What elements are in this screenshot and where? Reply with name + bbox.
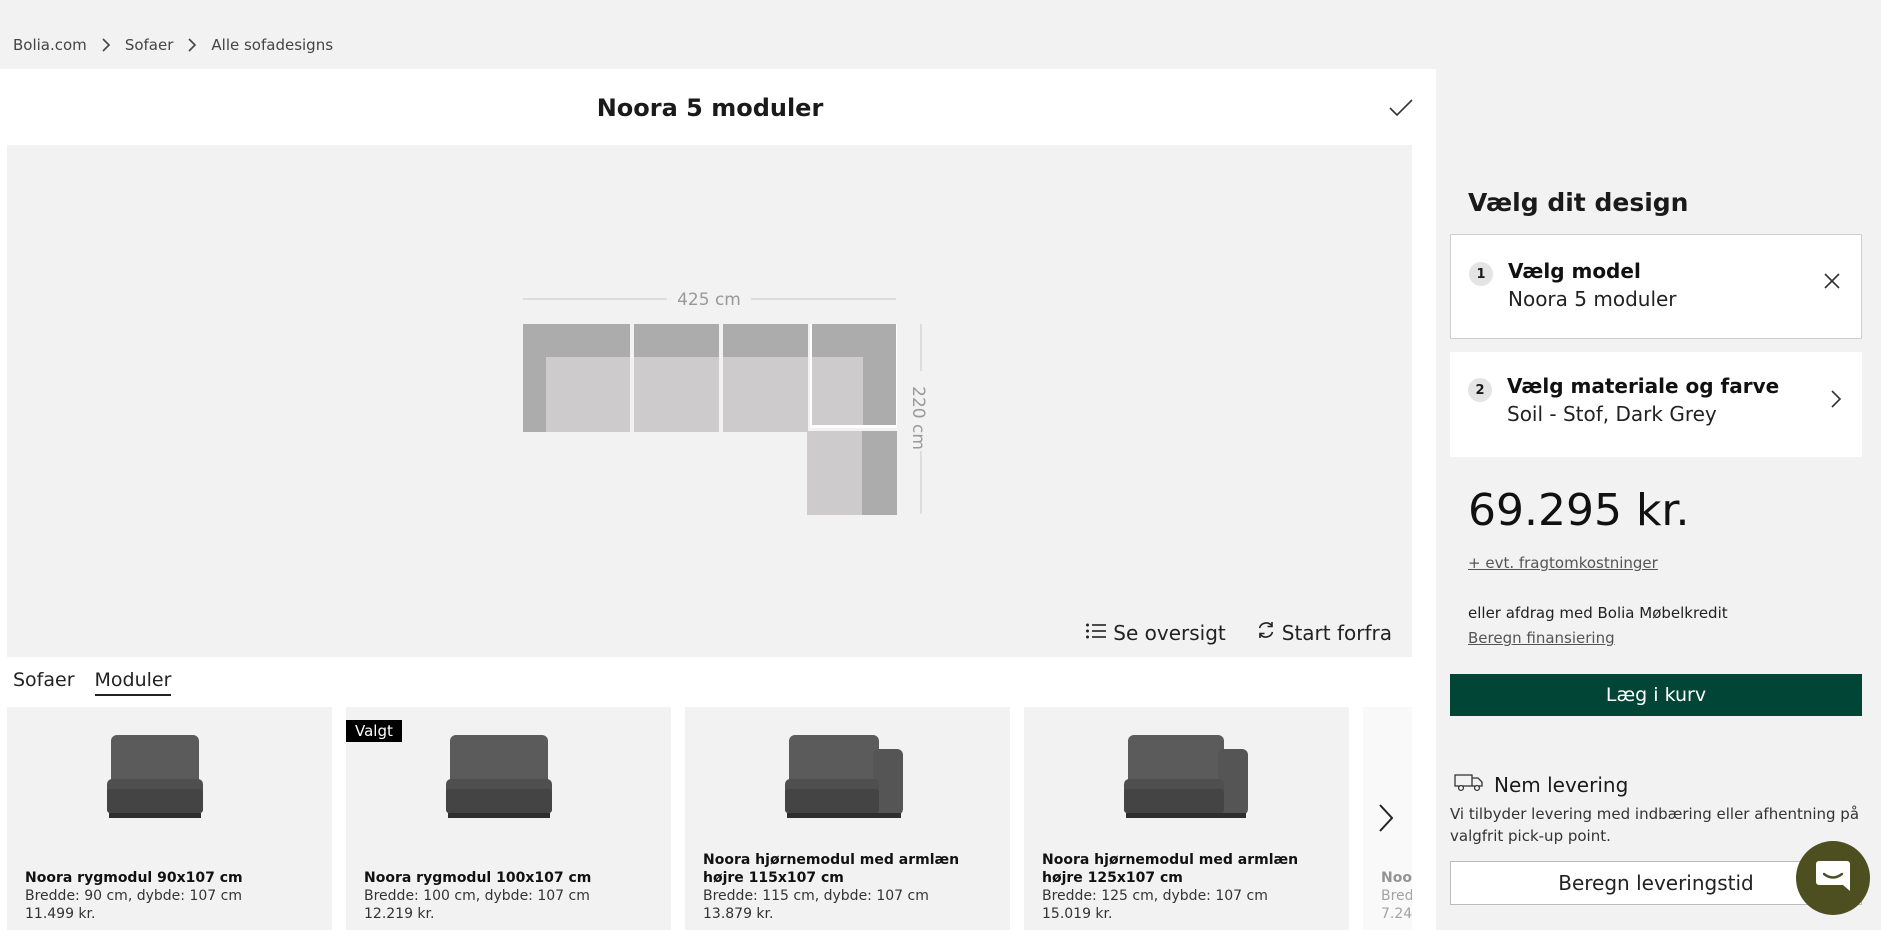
overview-label: Se oversigt	[1113, 620, 1226, 645]
carousel-next-button[interactable]	[1366, 798, 1406, 842]
breadcrumb-sofaer[interactable]: Sofaer	[125, 36, 174, 54]
module-info: Noora hjørnemodul med armlæn højre 125x1…	[1042, 851, 1339, 923]
module-info: Noora rygmodul 90x107 cm Bredde: 90 cm, …	[25, 869, 322, 923]
module-card[interactable]: Noora rygmodul 90x107 cm Bredde: 90 cm, …	[7, 707, 332, 930]
plan-module-1	[523, 324, 630, 432]
module-info: Noo Bred 7.24	[1381, 869, 1412, 923]
sofa-canvas[interactable]: 425 cm 220 cm Se oversigt Start forfra	[7, 145, 1412, 657]
step-choose-material[interactable]: 2 Vælg materiale og farve Soil - Stof, D…	[1450, 352, 1862, 457]
selected-badge: Valgt	[346, 720, 402, 742]
tabs: Sofaer Moduler	[13, 669, 172, 696]
module-price: 15.019 kr.	[1042, 906, 1113, 922]
financing-link[interactable]: Beregn finansiering	[1468, 629, 1615, 647]
module-name: Noora rygmodul 90x107 cm	[25, 870, 243, 886]
module-price: 13.879 kr.	[703, 906, 774, 922]
breadcrumb: Bolia.com Sofaer Alle sofadesigns	[13, 36, 333, 54]
chevron-right-icon	[101, 38, 111, 52]
module-price: 12.219 kr.	[364, 906, 435, 922]
add-to-cart-button[interactable]: Læg i kurv	[1450, 674, 1862, 716]
restart-label: Start forfra	[1281, 620, 1392, 645]
chat-button[interactable]	[1796, 841, 1870, 915]
breadcrumb-home[interactable]: Bolia.com	[13, 36, 87, 54]
step-value: Noora 5 moduler	[1508, 287, 1677, 311]
module-name: Noora rygmodul 100x107 cm	[364, 870, 592, 886]
sofa-module-image	[446, 735, 552, 818]
step-title: Vælg model	[1508, 259, 1641, 283]
plan-module-3	[723, 324, 808, 432]
freight-link[interactable]: + evt. fragtomkostninger	[1468, 554, 1658, 572]
delivery-text: Vi tilbyder levering med indbæring eller…	[1450, 805, 1860, 845]
plan-module-5	[807, 431, 897, 515]
module-name: Noora hjørnemodul med armlæn højre 125x1…	[1042, 852, 1299, 886]
refresh-icon	[1256, 620, 1276, 645]
plan-module-2	[634, 324, 719, 432]
model-title: Noora 5 moduler	[596, 94, 824, 122]
chat-icon	[1814, 858, 1852, 898]
step-choose-model[interactable]: 1 Vælg model Noora 5 moduler	[1450, 234, 1862, 339]
step-number: 2	[1468, 378, 1492, 402]
module-dimensions: Bredde: 100 cm, dybde: 107 cm	[364, 888, 590, 904]
tab-sofaer[interactable]: Sofaer	[13, 669, 75, 696]
module-carousel: Noora rygmodul 90x107 cm Bredde: 90 cm, …	[7, 707, 1412, 930]
sofa-module-image	[107, 735, 203, 818]
module-dimensions: Bredde: 90 cm, dybde: 107 cm	[25, 888, 242, 904]
step-value: Soil - Stof, Dark Grey	[1507, 402, 1717, 426]
delivery-title: Nem levering	[1494, 772, 1629, 797]
truck-icon	[1454, 772, 1484, 797]
overview-button[interactable]: Se oversigt	[1085, 620, 1226, 645]
module-name: Noo	[1381, 870, 1412, 886]
sofa-module-image	[785, 735, 903, 818]
module-dimensions: Bred	[1381, 888, 1412, 904]
sofa-floorplan: 425 cm 220 cm	[523, 290, 928, 515]
credit-text: eller afdrag med Bolia Møbelkredit	[1468, 604, 1728, 622]
module-card[interactable]: Noora hjørnemodul med armlæn højre 125x1…	[1024, 707, 1349, 930]
chevron-right-icon	[1378, 803, 1394, 837]
module-price: 11.499 kr.	[25, 906, 96, 922]
module-info: Noora hjørnemodul med armlæn højre 115x1…	[703, 851, 1000, 923]
plan-module-4	[810, 324, 897, 428]
list-icon	[1085, 621, 1107, 645]
sofa-module-image	[1124, 735, 1248, 818]
module-price: 7.24	[1381, 906, 1412, 922]
width-dimension-label: 425 cm	[677, 290, 741, 310]
breadcrumb-current[interactable]: Alle sofadesigns	[211, 36, 333, 54]
design-heading: Vælg dit design	[1468, 188, 1689, 217]
delivery-header: Nem levering	[1454, 772, 1628, 797]
total-price: 69.295 kr.	[1468, 485, 1690, 536]
configurator-panel: Noora 5 moduler 425 cm 220 cm Se oversig…	[0, 69, 1436, 930]
design-sidebar: Vælg dit design 1 Vælg model Noora 5 mod…	[1436, 0, 1881, 930]
module-dimensions: Bredde: 115 cm, dybde: 107 cm	[703, 888, 929, 904]
chevron-right-icon[interactable]	[1830, 389, 1842, 413]
chevron-right-icon	[187, 38, 197, 52]
step-number: 1	[1469, 262, 1493, 286]
check-icon[interactable]	[1388, 97, 1414, 119]
module-card[interactable]: Valgt Noora rygmodul 100x107 cm Bredde: …	[346, 707, 671, 930]
module-name: Noora hjørnemodul med armlæn højre 115x1…	[703, 852, 960, 886]
tab-moduler[interactable]: Moduler	[94, 669, 172, 696]
module-dimensions: Bredde: 125 cm, dybde: 107 cm	[1042, 888, 1268, 904]
close-icon[interactable]	[1823, 272, 1841, 294]
restart-button[interactable]: Start forfra	[1256, 620, 1392, 645]
module-info: Noora rygmodul 100x107 cm Bredde: 100 cm…	[364, 869, 661, 923]
canvas-actions: Se oversigt Start forfra	[1085, 620, 1392, 645]
module-card[interactable]: Noora hjørnemodul med armlæn højre 115x1…	[685, 707, 1010, 930]
depth-dimension-label: 220 cm	[908, 386, 928, 450]
step-title: Vælg materiale og farve	[1507, 374, 1780, 398]
